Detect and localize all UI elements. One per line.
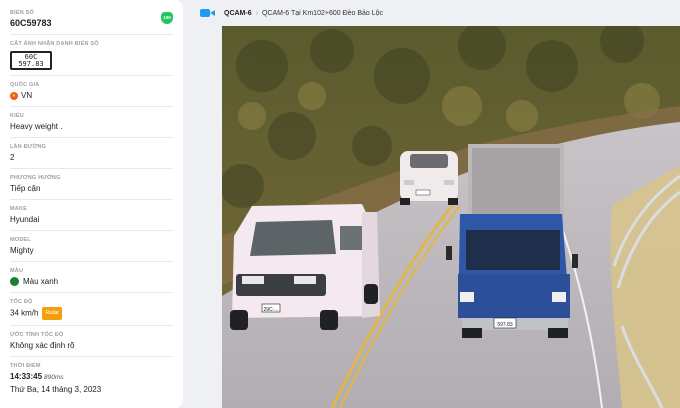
confidence-badge: 100	[161, 12, 173, 24]
direction-label: PHƯƠNG HƯỚNG	[10, 175, 61, 181]
speed-label: TỐC ĐỘ	[10, 299, 33, 305]
direction-value: Tiếp cận	[10, 184, 41, 193]
speed-value: 34 km/h	[10, 308, 39, 318]
truck-plate-text: 597.83	[497, 322, 513, 328]
pickup-plate-text: 29C-...	[263, 307, 278, 313]
speed-estimate-field: ƯỚC TÍNH TỐC ĐỘ Không xác định rõ	[10, 326, 173, 357]
model-label: MODEL	[10, 237, 31, 243]
time-field: THỜI ĐIỂM 14:33:45 890ms Thứ Ba, 14 tháng…	[10, 357, 173, 400]
color-value: Màu xanh	[23, 277, 59, 286]
country-label: QUỐC GIA	[10, 82, 40, 88]
traffic-camera-photo[interactable]: 29C-... 597.83	[222, 26, 680, 408]
color-label: MÀU	[10, 268, 24, 274]
camera-location: QCAM-6 Tại Km102+600 Đèo Bảo Lộc	[261, 9, 384, 17]
radar-badge: Radar	[42, 307, 63, 320]
speed-estimate-value: Không xác định rõ	[10, 341, 75, 350]
color-swatch	[10, 277, 19, 287]
time-label: THỜI ĐIỂM	[10, 363, 41, 369]
country-value: VN	[21, 91, 33, 100]
plate-value: 60C59783	[10, 18, 52, 28]
lane-value: 2	[10, 153, 15, 162]
lane-label: LÀN ĐƯỜNG	[10, 144, 47, 150]
plate-label: BIỂN SỐ	[10, 10, 35, 16]
type-label: KIỂU	[10, 113, 24, 119]
video-camera-icon	[200, 8, 216, 18]
direction-field: PHƯƠNG HƯỚNG Tiếp cận	[10, 169, 173, 200]
make-label: MAKE	[10, 206, 27, 212]
camera-name[interactable]: QCAM-6	[224, 10, 252, 17]
vehicle-details-panel: BIỂN SỐ 60C59783 100 CẮT ẢNH NHẬN DẠNH B…	[0, 0, 183, 408]
model-field: MODEL Mighty	[10, 231, 173, 262]
plate-crop-image[interactable]: 60C 597.83	[10, 51, 52, 70]
plate-crop-label: CẮT ẢNH NHẬN DẠNH BIỂN SỐ	[10, 41, 99, 47]
country-field: QUỐC GIA VN	[10, 76, 173, 107]
vietnam-flag-icon	[10, 91, 18, 100]
traffic-scene: 29C-... 597.83	[222, 26, 680, 408]
make-value: Hyundai	[10, 215, 40, 224]
type-value: Heavy weight .	[10, 122, 63, 131]
lane-field: LÀN ĐƯỜNG 2	[10, 138, 173, 169]
speed-field: TỐC ĐỘ 34 km/h Radar	[10, 293, 173, 326]
time-date: Thứ Ba, 14 tháng 3, 2023	[10, 385, 102, 394]
plate-crop-line2: 597.83	[18, 60, 44, 68]
type-field: KIỂU Heavy weight .	[10, 107, 173, 138]
speed-estimate-label: ƯỚC TÍNH TỐC ĐỘ	[10, 332, 64, 338]
model-value: Mighty	[10, 246, 34, 255]
color-field: MÀU Màu xanh	[10, 262, 173, 293]
time-ms: 890ms	[44, 374, 64, 381]
plate-field: BIỂN SỐ 60C59783 100	[10, 4, 173, 35]
camera-header: QCAM-6 › QCAM-6 Tại Km102+600 Đèo Bảo Lộ…	[200, 6, 383, 20]
time-clock: 14:33:45	[10, 372, 43, 381]
make-field: MAKE Hyundai	[10, 200, 173, 231]
plate-crop-field: CẮT ẢNH NHẬN DẠNH BIỂN SỐ 60C 597.83	[10, 35, 173, 76]
